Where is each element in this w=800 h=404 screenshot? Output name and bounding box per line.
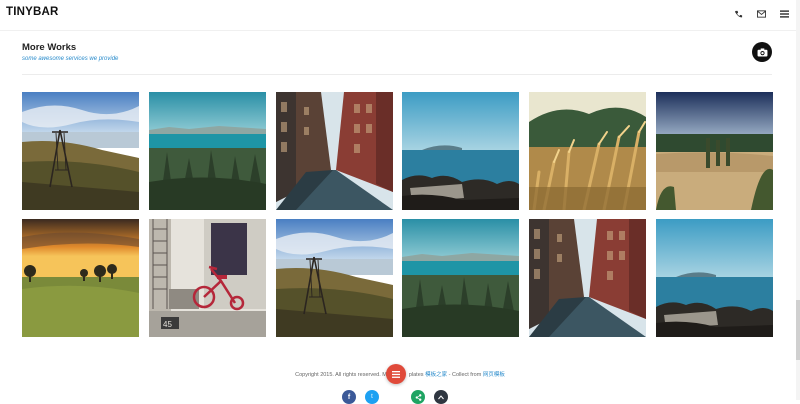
lakeside-swing-photo [22,92,139,210]
rocky-shore-photo [402,92,520,210]
camera-icon [757,47,767,57]
menu-fab-button[interactable] [386,364,406,384]
red-tricycle-photo: 45 [148,219,266,337]
menu-icon[interactable] [778,8,790,20]
page-scrollbar[interactable] [796,0,800,400]
gallery-item[interactable] [275,92,393,210]
gallery-item[interactable] [529,92,647,210]
footer-link-templates[interactable]: 模板之家 [425,372,447,378]
rocky-shore-photo [655,219,773,337]
gallery-item[interactable] [22,219,139,337]
gallery-item[interactable] [275,219,393,337]
gallery-item[interactable] [655,219,773,337]
gallery-item[interactable]: 45 [148,219,266,337]
gallery-item[interactable] [402,92,520,210]
lake-pines-photo [148,92,266,210]
copyright-text: Copyright 2015. All rights reserved. M [295,372,387,378]
top-navbar: TINYBAR [0,0,800,31]
list-icon [392,370,400,378]
sunset-meadow-photo [22,219,139,337]
city-street-photo [275,92,393,210]
svg-text:45: 45 [163,320,172,329]
scrollbar-thumb[interactable] [796,300,800,360]
facebook-icon: f [347,393,351,401]
scroll-top-button[interactable] [434,390,448,404]
gallery-item[interactable] [402,219,520,337]
gallery-item[interactable] [655,92,773,210]
city-street-photo [529,219,647,337]
share-button[interactable] [411,390,425,404]
gallery-item[interactable] [148,92,266,210]
desert-hill-photo [655,92,773,210]
phone-icon[interactable] [732,8,744,20]
facebook-button[interactable]: f [342,390,356,404]
share-icon [415,393,421,401]
copyright-text-tail: plates [408,372,424,378]
section-subtitle: some awesome services we provide [22,56,119,62]
section-title: More Works [22,42,77,53]
footer-link-webtemplates[interactable]: 网页模板 [483,372,505,378]
collect-text: - Collect from [447,372,483,378]
section-divider [22,74,772,75]
twitter-button[interactable]: t [365,390,379,404]
brand-logo[interactable]: TINYBAR [6,6,59,18]
camera-button[interactable] [752,42,772,62]
gallery-item[interactable] [22,92,139,210]
lake-pines-photo [402,219,520,337]
gallery-item[interactable] [529,219,647,337]
mail-icon[interactable] [755,8,767,20]
works-gallery: 45 [22,92,773,337]
lakeside-swing-photo [275,219,393,337]
chevron-up-icon [438,394,444,399]
wheat-field-photo [529,92,647,210]
section-header: More Works some awesome services we prov… [22,42,118,62]
top-icons [732,8,790,20]
twitter-icon: t [371,394,373,400]
